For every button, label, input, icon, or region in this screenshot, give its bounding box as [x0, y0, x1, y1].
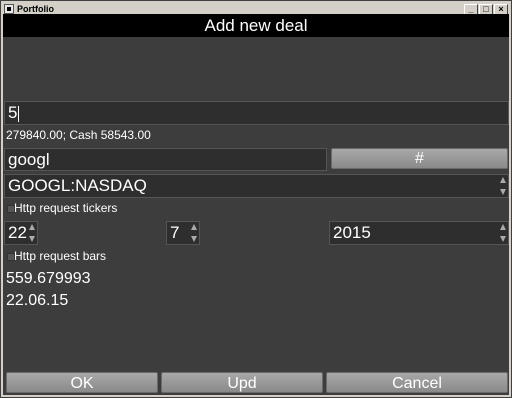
window-title: Portfolio	[17, 4, 54, 14]
dialog-body: Add new deal 5 279840.00; Cash 58543.00 …	[3, 14, 509, 395]
year-spinbox[interactable]: 2015	[329, 221, 509, 245]
ok-button[interactable]: OK	[6, 372, 158, 393]
ticker-selected-value: GOOGL:NASDAQ	[8, 176, 147, 195]
date-value: 22.06.15	[6, 292, 69, 309]
year-value: 2015	[333, 223, 371, 242]
http-tickers-label: Http request tickers	[14, 201, 118, 215]
hash-button[interactable]: #	[331, 148, 508, 169]
price-value: 559.679993	[6, 270, 91, 287]
window-controls: _ □ ×	[464, 3, 508, 15]
day-spinbox[interactable]: 22	[4, 221, 38, 245]
month-spinbox[interactable]: 7	[166, 221, 200, 245]
maximize-button[interactable]: □	[479, 3, 493, 15]
ticker-select[interactable]: GOOGL:NASDAQ	[4, 174, 509, 198]
app-icon	[4, 4, 14, 14]
text-cursor	[18, 105, 20, 122]
dialog-header: Add new deal	[3, 14, 509, 37]
spin-arrows-icon	[499, 224, 506, 242]
balance-text: 279840.00; Cash 58543.00	[6, 128, 151, 142]
spin-arrows-icon	[28, 224, 35, 242]
quantity-value: 5	[8, 103, 18, 122]
cancel-button[interactable]: Cancel	[326, 372, 508, 393]
month-value: 7	[170, 223, 180, 242]
app-window: Portfolio _ □ × Add new deal 5 279840.00…	[0, 0, 512, 398]
spin-arrows-icon	[190, 224, 197, 242]
upd-button[interactable]: Upd	[161, 372, 323, 393]
quantity-input[interactable]: 5	[4, 101, 509, 125]
minimize-button[interactable]: _	[464, 3, 478, 15]
day-value: 22	[8, 223, 27, 242]
spin-arrows-icon	[499, 177, 506, 195]
http-bars-label: Http request bars	[14, 249, 107, 263]
close-button[interactable]: ×	[494, 3, 508, 15]
ticker-search-input[interactable]: googl	[4, 148, 327, 171]
